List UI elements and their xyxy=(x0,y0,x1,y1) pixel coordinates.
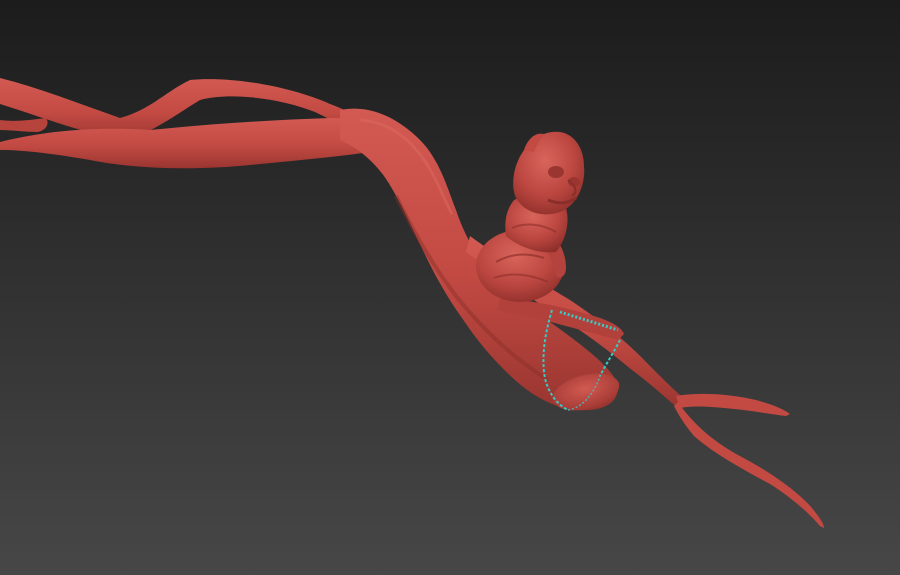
viewport-canvas[interactable] xyxy=(0,0,900,575)
creature-eye-left xyxy=(548,166,564,178)
3d-viewport[interactable] xyxy=(0,0,900,575)
